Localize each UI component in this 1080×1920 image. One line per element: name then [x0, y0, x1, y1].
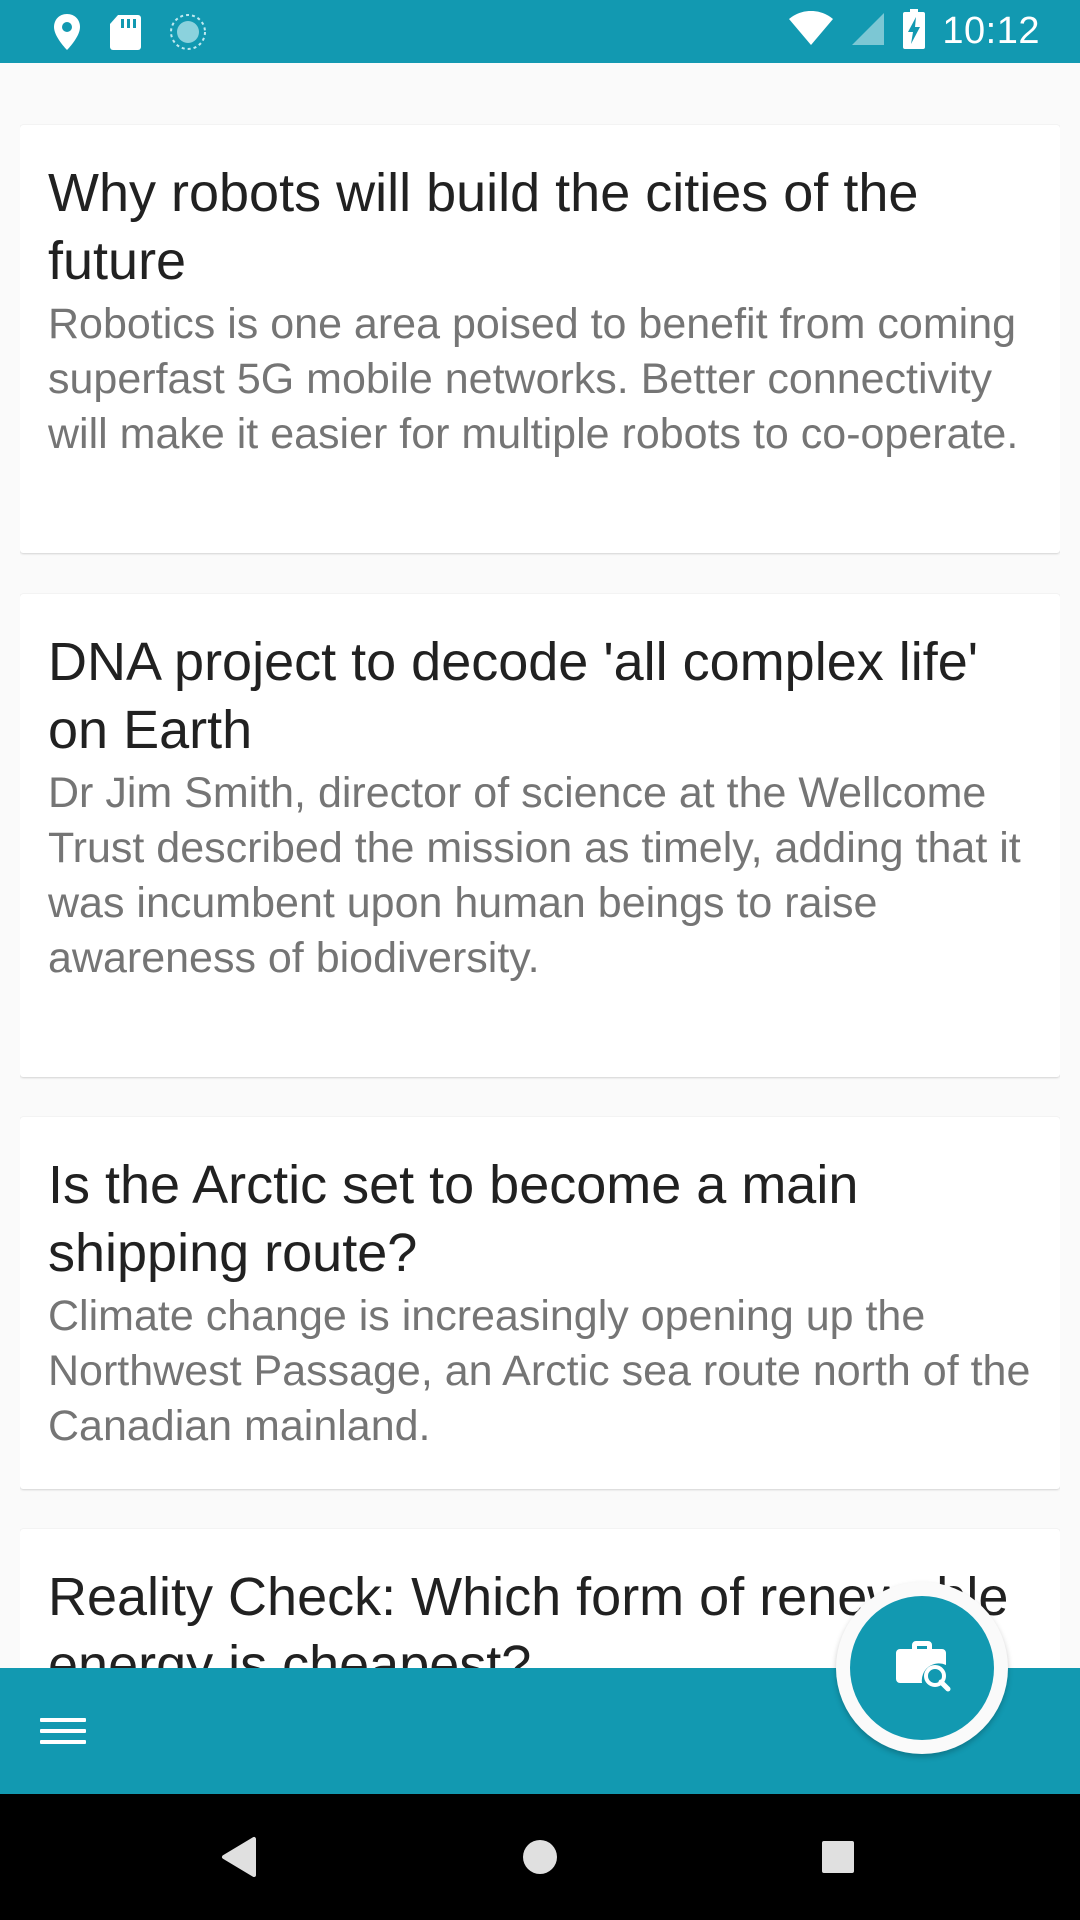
article-summary: Climate change is increasingly opening u…: [48, 1292, 1031, 1450]
menu-button[interactable]: [34, 1708, 94, 1754]
status-bar-left-icons: [52, 12, 208, 57]
location-icon: [52, 12, 82, 57]
home-icon: [510, 1840, 570, 1891]
home-button[interactable]: [510, 1827, 570, 1887]
search-jobs-fab[interactable]: [850, 1596, 994, 1740]
article-card[interactable]: Is the Arctic set to become a main shipp…: [20, 1117, 1060, 1489]
status-bar-right-icons: 10:12: [788, 0, 1040, 63]
back-icon: [210, 1837, 270, 1891]
sync-icon: [168, 12, 208, 57]
battery-charging-icon: [902, 8, 926, 55]
article-summary: Dr Jim Smith, director of science at the…: [48, 769, 1021, 982]
cell-signal-icon: [850, 11, 886, 52]
back-button[interactable]: [210, 1827, 270, 1887]
article-title: Is the Arctic set to become a main shipp…: [48, 1155, 859, 1283]
article-feed[interactable]: Why robots will build the cities of the …: [20, 63, 1060, 1668]
article-title: Why robots will build the cities of the …: [48, 163, 919, 291]
article-summary: Robotics is one area poised to benefit f…: [48, 300, 1019, 458]
article-card[interactable]: DNA project to decode 'all complex life'…: [20, 594, 1060, 1077]
status-bar: 10:12: [0, 0, 1080, 63]
article-title: DNA project to decode 'all complex life'…: [48, 632, 979, 760]
recents-button[interactable]: [808, 1827, 868, 1887]
system-nav-bar: [0, 1794, 1080, 1920]
status-time: 10:12: [942, 10, 1040, 52]
briefcase-search-icon: [892, 1639, 952, 1698]
article-card[interactable]: Why robots will build the cities of the …: [20, 125, 1060, 553]
wifi-icon: [788, 10, 834, 52]
sd-card-icon: [108, 13, 142, 56]
recents-icon: [808, 1841, 868, 1891]
